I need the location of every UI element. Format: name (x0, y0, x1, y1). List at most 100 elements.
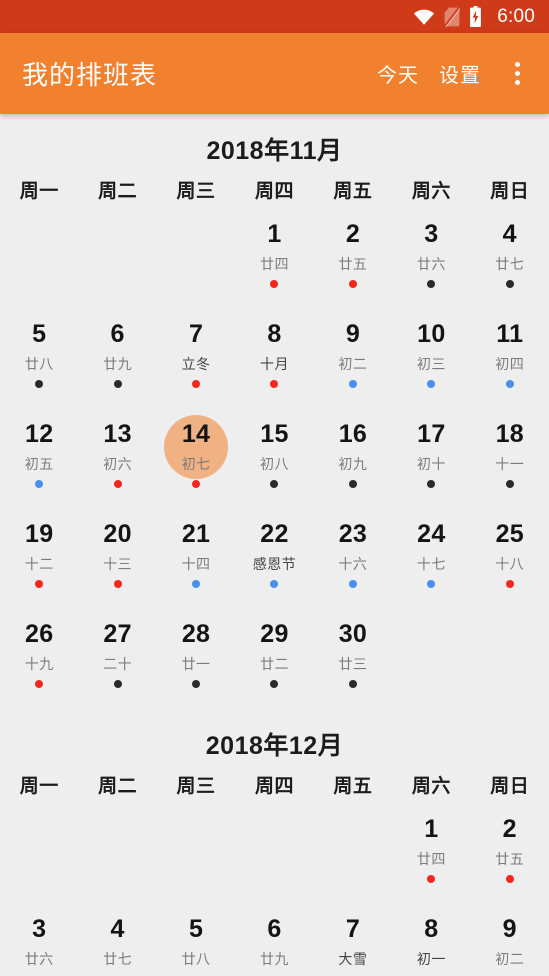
day-lunar-label: 廿五 (338, 256, 368, 272)
day-lunar-label: 二十 (103, 656, 133, 672)
day-cell[interactable]: 23 十六 (314, 509, 392, 609)
day-cell[interactable]: 7 立冬 (157, 309, 235, 409)
shift-marker-dot (427, 875, 436, 883)
weekday-label: 周三 (176, 776, 216, 797)
shift-marker-dot (348, 680, 357, 688)
day-cell[interactable]: 26 十九 (0, 609, 78, 709)
day-cell[interactable]: 8 十月 (235, 309, 313, 409)
day-cell[interactable]: 28 廿一 (157, 609, 235, 709)
day-cell[interactable]: 7 大雪 (314, 904, 392, 976)
day-cell[interactable]: 25 十八 (471, 509, 549, 609)
shift-marker-dot (270, 680, 279, 688)
day-cell[interactable]: 2 廿五 (471, 804, 549, 904)
settings-button[interactable]: 设置 (429, 51, 491, 96)
day-festival-label: 感恩节 (252, 556, 297, 572)
day-lunar-label: 初六 (103, 456, 133, 472)
day-cell[interactable]: 18 十一 (471, 409, 549, 509)
day-cell[interactable]: 24 十七 (392, 509, 470, 609)
week-row: 12 初五 13 初六 14 初七 15 初八 16 初九 17 初十 18 十一 (0, 409, 549, 509)
day-cell[interactable]: 15 初八 (235, 409, 313, 509)
day-number: 12 (25, 420, 54, 448)
today-button[interactable]: 今天 (367, 51, 429, 96)
months-container: 2018年11月 周一 周二 周三 周四 周五 周六 周日 1 廿四 2 廿五 3 廿六 4 廿七 5 廿八 6 廿九… (0, 114, 549, 976)
month-block: 2018年12月 周一 周二 周三 周四 周五 周六 周日 1 廿四 2 廿五 3 廿六 4 廿七 5 廿八 6 廿九… (0, 709, 549, 976)
day-cell[interactable]: 1 廿四 (235, 209, 313, 309)
weekday-label: 周三 (176, 181, 216, 202)
day-number: 10 (417, 320, 446, 348)
day-cell[interactable]: 8 初一 (392, 904, 470, 976)
overflow-dot-3 (514, 80, 520, 85)
day-number: 6 (110, 320, 125, 348)
day-cell-empty (392, 609, 470, 709)
month-block: 2018年11月 周一 周二 周三 周四 周五 周六 周日 1 廿四 2 廿五 3 廿六 4 廿七 5 廿八 6 廿九… (0, 114, 549, 709)
weekday-header-row: 周一 周二 周三 周四 周五 周六 周日 (0, 768, 549, 804)
day-cell[interactable]: 3 廿六 (0, 904, 78, 976)
shift-marker-dot (505, 480, 514, 488)
shift-marker-dot (427, 580, 436, 588)
overflow-dot-2 (514, 71, 520, 76)
day-lunar-label: 廿六 (416, 256, 446, 272)
day-cell[interactable]: 29 廿二 (235, 609, 313, 709)
day-number: 2 (502, 815, 517, 843)
day-number: 4 (110, 915, 125, 943)
day-cell[interactable]: 14 初七 (157, 409, 235, 509)
day-cell[interactable]: 4 廿七 (78, 904, 156, 976)
shift-marker-dot (113, 380, 122, 388)
day-cell-empty (157, 804, 235, 904)
shift-marker-dot (505, 280, 514, 288)
day-cell[interactable]: 16 初九 (314, 409, 392, 509)
day-number: 24 (417, 520, 446, 548)
day-number: 11 (496, 320, 524, 348)
day-cell[interactable]: 12 初五 (0, 409, 78, 509)
day-lunar-label: 廿四 (416, 851, 446, 867)
day-cell[interactable]: 30 廿三 (314, 609, 392, 709)
day-number: 21 (181, 520, 211, 548)
day-cell[interactable]: 5 廿八 (157, 904, 235, 976)
weekday-header-row: 周一 周二 周三 周四 周五 周六 周日 (0, 173, 549, 209)
day-cell[interactable]: 22 感恩节 (235, 509, 313, 609)
day-cell[interactable]: 9 初二 (314, 309, 392, 409)
day-lunar-label: 廿八 (24, 356, 54, 372)
week-row: 5 廿八 6 廿九 7 立冬 8 十月 9 初二 10 初三 11 初四 (0, 309, 549, 409)
shift-marker-dot (192, 680, 201, 688)
day-cell[interactable]: 2 廿五 (314, 209, 392, 309)
app-root: 6:00 我的排班表 今天 设置 2018年11月 周一 周二 周三 周四 周五 周六 周日 1… (0, 0, 549, 976)
app-title: 我的排班表 (22, 60, 158, 90)
shift-marker-dot (270, 480, 279, 488)
day-cell[interactable]: 13 初六 (78, 409, 156, 509)
weekday-label: 周日 (490, 181, 530, 202)
week-row: 1 廿四 2 廿五 3 廿六 4 廿七 (0, 209, 549, 309)
day-cell[interactable]: 19 十二 (0, 509, 78, 609)
calendar-scroll-area[interactable]: 2018年11月 周一 周二 周三 周四 周五 周六 周日 1 廿四 2 廿五 3 廿六 4 廿七 5 廿八 6 廿九… (0, 114, 549, 976)
day-cell[interactable]: 4 廿七 (471, 209, 549, 309)
day-lunar-label: 廿三 (338, 656, 368, 672)
day-cell[interactable]: 6 廿九 (235, 904, 313, 976)
day-cell[interactable]: 3 廿六 (392, 209, 470, 309)
day-number: 22 (260, 520, 289, 548)
weekday-label: 周四 (254, 776, 294, 797)
day-number: 25 (495, 520, 524, 548)
battery-charging-icon (469, 6, 482, 27)
day-cell[interactable]: 10 初三 (392, 309, 470, 409)
day-cell[interactable]: 6 廿九 (78, 309, 156, 409)
day-lunar-label: 廿五 (495, 851, 525, 867)
day-cell[interactable]: 21 十四 (157, 509, 235, 609)
day-cell-empty (0, 804, 78, 904)
day-cell[interactable]: 11 初四 (471, 309, 549, 409)
overflow-menu-icon[interactable] (497, 51, 537, 97)
day-cell[interactable]: 9 初二 (471, 904, 549, 976)
day-festival-label: 十月 (259, 356, 289, 372)
day-lunar-label: 初七 (181, 456, 211, 472)
status-bar-icons: 6:00 (413, 6, 535, 27)
overflow-dot-1 (514, 62, 520, 67)
day-cell[interactable]: 1 廿四 (392, 804, 470, 904)
day-cell[interactable]: 5 廿八 (0, 309, 78, 409)
day-cell[interactable]: 17 初十 (392, 409, 470, 509)
day-number: 16 (338, 420, 368, 448)
day-cell[interactable]: 27 二十 (78, 609, 156, 709)
day-lunar-label: 初九 (338, 456, 368, 472)
week-row: 19 十二 20 十三 21 十四 22 感恩节 23 十六 24 十七 25 十八 (0, 509, 549, 609)
day-cell[interactable]: 20 十三 (78, 509, 156, 609)
shift-marker-dot (270, 380, 279, 388)
weekday-label: 周五 (333, 776, 373, 797)
